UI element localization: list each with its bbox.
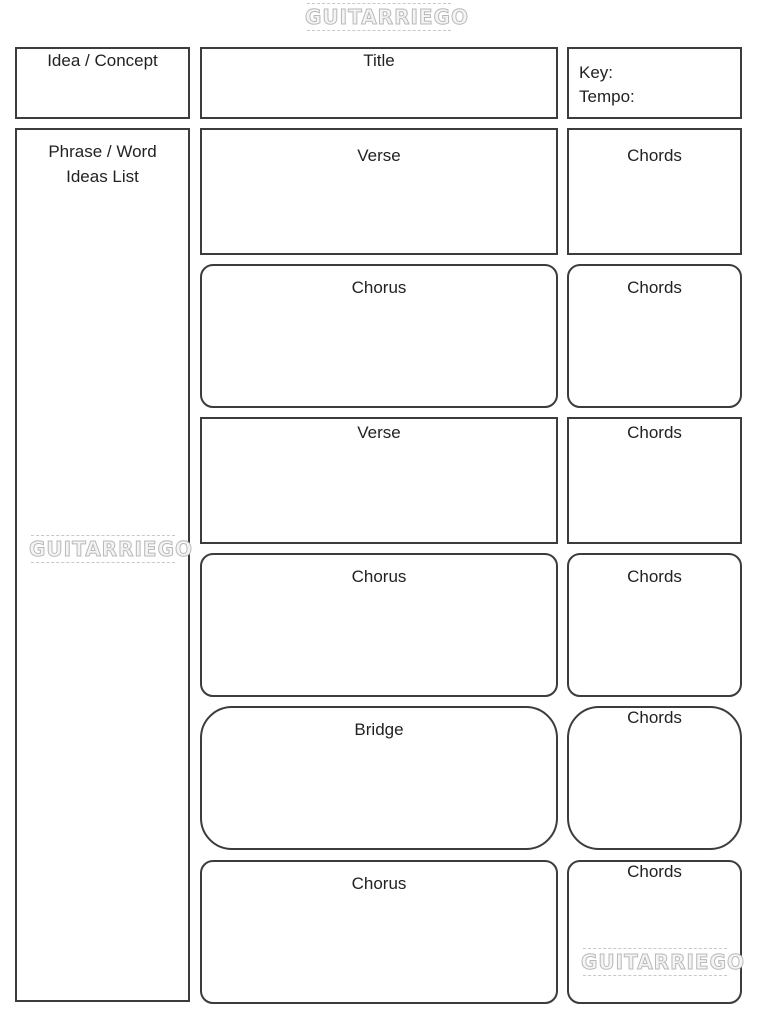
section-label: Chorus — [351, 278, 407, 297]
phrase-word-label: Phrase / Word — [48, 142, 157, 161]
ideas-list-label: Ideas List — [66, 167, 139, 186]
section-label: Bridge — [354, 720, 404, 739]
chords-label: Chords — [627, 567, 682, 586]
section-label: Verse — [357, 423, 401, 442]
chords-label: Chords — [627, 862, 682, 881]
watermark-line — [307, 30, 451, 31]
chorus-box[interactable]: Chorus — [200, 860, 558, 1004]
key-tempo-box[interactable]: Key: Tempo: — [567, 47, 742, 119]
chords-box[interactable]: Chords — [567, 128, 742, 255]
chords-label: Chords — [627, 423, 682, 442]
key-label: Key: — [579, 63, 614, 82]
watermark-top: GUITARRIEGO — [305, 3, 469, 31]
chords-box[interactable]: Chords — [567, 553, 742, 697]
idea-concept-box[interactable]: Idea / Concept — [15, 47, 190, 119]
watermark-middle: GUITARRIEGO — [29, 535, 193, 563]
watermark-text: GUITARRIEGO — [581, 950, 745, 975]
verse-box[interactable]: Verse — [200, 128, 558, 255]
chords-box[interactable]: Chords — [567, 417, 742, 544]
chords-box[interactable]: Chords GUITARRIEGO — [567, 860, 745, 1004]
watermark-text: GUITARRIEGO — [305, 5, 469, 30]
chorus-box[interactable]: Chorus — [200, 264, 558, 408]
chorus-box[interactable]: Chorus — [200, 553, 558, 697]
section-label: Chorus — [351, 874, 407, 893]
bridge-box[interactable]: Bridge — [200, 706, 558, 850]
chords-label: Chords — [627, 278, 682, 297]
chords-box[interactable]: Chords — [567, 264, 742, 408]
section-label: Chorus — [351, 567, 407, 586]
watermark-line — [31, 562, 175, 563]
watermark-bottom: GUITARRIEGO — [581, 948, 745, 976]
watermark-line — [583, 975, 727, 976]
title-label: Title — [363, 51, 395, 70]
phrase-word-ideas-box[interactable]: Phrase / Word Ideas List GUITARRIEGO — [15, 128, 193, 1002]
tempo-label: Tempo: — [579, 87, 635, 106]
section-label: Verse — [357, 146, 401, 165]
idea-concept-label: Idea / Concept — [47, 51, 158, 70]
watermark-text: GUITARRIEGO — [29, 537, 193, 562]
chords-label: Chords — [627, 146, 682, 165]
chords-label: Chords — [627, 708, 682, 727]
chords-box[interactable]: Chords — [567, 706, 742, 850]
title-box[interactable]: Title — [200, 47, 558, 119]
verse-box[interactable]: Verse — [200, 417, 558, 544]
